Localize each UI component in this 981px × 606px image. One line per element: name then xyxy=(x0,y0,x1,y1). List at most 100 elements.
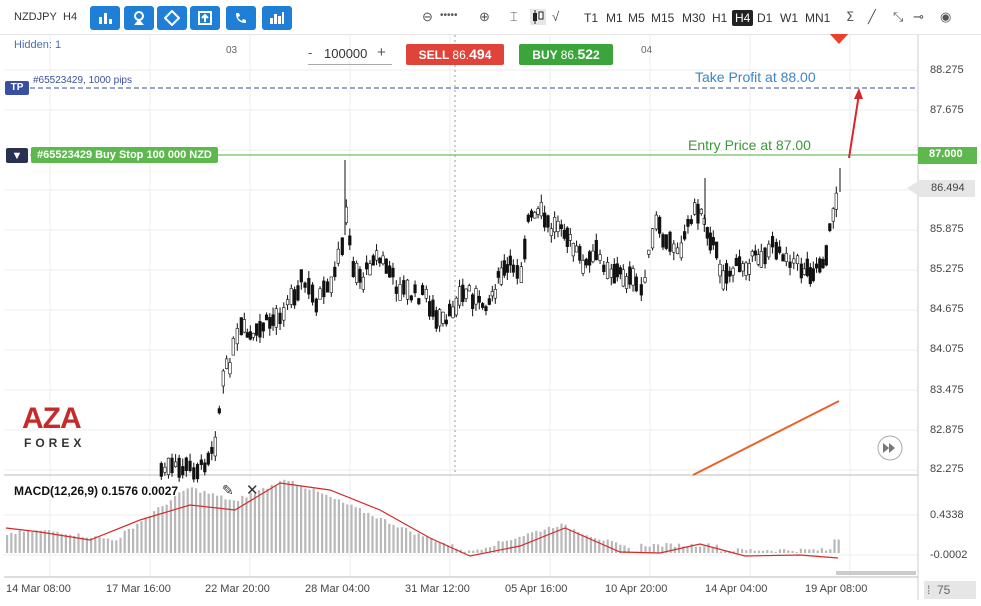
candle-body xyxy=(264,314,269,321)
macd-bar xyxy=(358,507,361,553)
macd-bar xyxy=(535,530,538,553)
macd-bar xyxy=(749,549,752,553)
macd-bar xyxy=(816,550,819,553)
macd-bar xyxy=(581,534,584,553)
time-tick: 10 Apr 20:00 xyxy=(605,583,668,595)
tf-t1[interactable]: T1 xyxy=(584,11,598,25)
candle-body xyxy=(756,254,760,265)
sell-button[interactable]: SELL 86.494 xyxy=(406,44,504,65)
zoom-slider-icon[interactable]: ••••• xyxy=(440,10,458,21)
candle-body xyxy=(788,261,792,268)
tf-m1[interactable]: M1 xyxy=(606,11,623,25)
candle-body xyxy=(529,210,534,218)
hidden-orders-link[interactable]: Hidden: 1 xyxy=(14,39,61,51)
increase-icon[interactable]: + xyxy=(377,44,386,61)
macd-bar xyxy=(409,531,412,553)
settings-icon[interactable]: ◉ xyxy=(940,9,951,25)
macd-bar xyxy=(510,540,513,553)
buy-button[interactable]: BUY 86.522 xyxy=(519,44,613,65)
candle-body xyxy=(221,370,225,387)
indicators-button[interactable] xyxy=(157,6,187,30)
price-tick: 82.275 xyxy=(930,463,964,475)
candle-body xyxy=(654,214,658,230)
macd-bar xyxy=(791,550,794,553)
candle-body xyxy=(672,243,676,253)
tf-m5[interactable]: M5 xyxy=(628,11,645,25)
candle-body xyxy=(336,248,340,264)
macd-bar xyxy=(148,516,151,553)
candle-body xyxy=(689,219,693,224)
candle-body xyxy=(668,231,672,252)
order-toggle-button[interactable]: ▼ xyxy=(6,148,28,163)
line-style-icon[interactable]: √ xyxy=(552,9,559,24)
macd-bar xyxy=(241,495,244,553)
macd-bar xyxy=(35,530,38,553)
quantity-value[interactable]: 100000 xyxy=(324,46,367,61)
candle-body xyxy=(753,250,757,256)
tf-mn1[interactable]: MN1 xyxy=(805,11,830,25)
measure-icon[interactable]: ⤡ xyxy=(893,9,903,25)
remove-indicator-icon[interactable]: ✕ xyxy=(246,481,259,499)
tf-w1[interactable]: W1 xyxy=(780,11,798,25)
tf-m30[interactable]: M30 xyxy=(682,11,705,25)
tf-h4[interactable]: H4 xyxy=(732,10,754,26)
horizontal-scrollbar[interactable] xyxy=(836,571,916,575)
indicator-f-icon[interactable]: ⵉ xyxy=(846,9,854,25)
macd-bar xyxy=(304,488,307,553)
macd-bar xyxy=(379,517,382,553)
alerts-button[interactable] xyxy=(226,6,256,30)
time-tick: 31 Mar 12:00 xyxy=(405,583,470,595)
quantity-stepper[interactable]: - 100000 + xyxy=(308,44,392,65)
candle-body xyxy=(461,284,465,302)
macd-bar xyxy=(279,481,282,553)
tf-h1[interactable]: H1 xyxy=(712,11,727,25)
candle-body xyxy=(303,282,307,288)
macd-bar xyxy=(111,540,114,553)
entry-price-tag: 87.000 xyxy=(929,148,963,160)
shapes-button[interactable] xyxy=(124,6,154,30)
horizontal-line-icon[interactable]: ⊸ xyxy=(913,9,924,25)
decrease-icon[interactable]: - xyxy=(308,45,312,60)
candle-body xyxy=(618,267,622,275)
templates-button[interactable] xyxy=(190,6,220,30)
tp-tag[interactable]: TP xyxy=(5,81,29,95)
template-icon xyxy=(198,11,212,25)
edit-pencil-icon[interactable]: ✎ xyxy=(222,482,234,499)
macd-tick: -0.0002 xyxy=(930,549,968,561)
order-label[interactable]: #65523429 Buy Stop 100 000 NZD xyxy=(31,147,218,163)
tf-d1[interactable]: D1 xyxy=(757,11,772,25)
macd-bar xyxy=(216,495,219,553)
candle-body xyxy=(255,323,259,336)
bar-style-icon[interactable]: ⌶ xyxy=(510,9,518,25)
caret-down-icon: ▼ xyxy=(11,150,23,162)
candle-body xyxy=(409,295,413,301)
price-chart[interactable] xyxy=(0,34,981,606)
zoom-in-icon[interactable]: ⊕ xyxy=(479,9,490,25)
candle-body xyxy=(322,280,326,298)
symbol-label[interactable]: NZDJPY xyxy=(14,11,57,23)
candle-body xyxy=(770,236,775,248)
macd-bar xyxy=(106,538,109,553)
candle-style-icon[interactable] xyxy=(530,9,546,25)
candle-body xyxy=(184,457,188,471)
chart-type-button[interactable] xyxy=(90,6,120,30)
tf-m15[interactable]: M15 xyxy=(651,11,674,25)
macd-bar xyxy=(829,549,832,553)
macd-bar xyxy=(787,550,790,553)
candle-body xyxy=(571,243,575,257)
macd-bar xyxy=(531,532,534,553)
statistics-button[interactable] xyxy=(262,6,292,30)
macd-bar xyxy=(795,551,798,553)
macd-bar xyxy=(539,531,542,553)
price-tick: 84.075 xyxy=(930,343,964,355)
timeframe-label[interactable]: H4 xyxy=(63,11,77,23)
zoom-out-icon[interactable]: ⊖ xyxy=(422,9,433,25)
macd-label: MACD(12,26,9) 0.1576 0.0027 xyxy=(14,484,179,498)
corner-panel[interactable]: ⁞ 75 xyxy=(924,581,976,599)
candle-body xyxy=(511,264,515,273)
macd-bar xyxy=(73,535,76,553)
candle-body xyxy=(814,263,819,269)
candle-body xyxy=(441,311,445,324)
bar-chart-icon xyxy=(99,13,112,24)
draw-line-icon[interactable]: ╱ xyxy=(868,9,876,25)
